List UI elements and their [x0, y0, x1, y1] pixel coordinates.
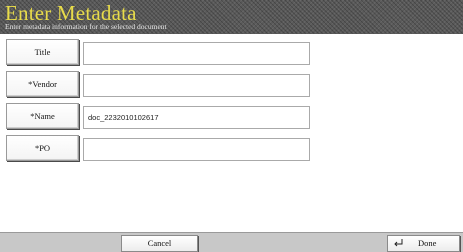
cancel-button[interactable]: Cancel — [121, 235, 198, 252]
name-field-button[interactable]: *Name — [6, 103, 79, 129]
field-row-vendor: *Vendor — [0, 70, 320, 100]
field-row-title: Title — [0, 38, 320, 68]
title-input[interactable] — [83, 42, 310, 65]
return-arrow-icon — [393, 238, 404, 249]
name-input[interactable] — [83, 106, 310, 129]
po-input[interactable] — [83, 138, 310, 161]
footer-bar: Cancel Done — [0, 232, 463, 252]
vendor-input[interactable] — [83, 74, 310, 97]
field-row-name: *Name — [0, 102, 320, 132]
page-title: Enter Metadata — [5, 1, 137, 25]
po-field-button[interactable]: *PO — [6, 135, 79, 161]
field-row-po: *PO — [0, 134, 320, 164]
page-subtitle: Enter metadata information for the selec… — [5, 22, 167, 31]
title-field-button[interactable]: Title — [6, 39, 79, 65]
vendor-field-button[interactable]: *Vendor — [6, 71, 79, 97]
done-label: Done — [418, 238, 437, 248]
header-bar: Enter Metadata Enter metadata informatio… — [0, 0, 463, 34]
done-button[interactable]: Done — [387, 235, 460, 252]
